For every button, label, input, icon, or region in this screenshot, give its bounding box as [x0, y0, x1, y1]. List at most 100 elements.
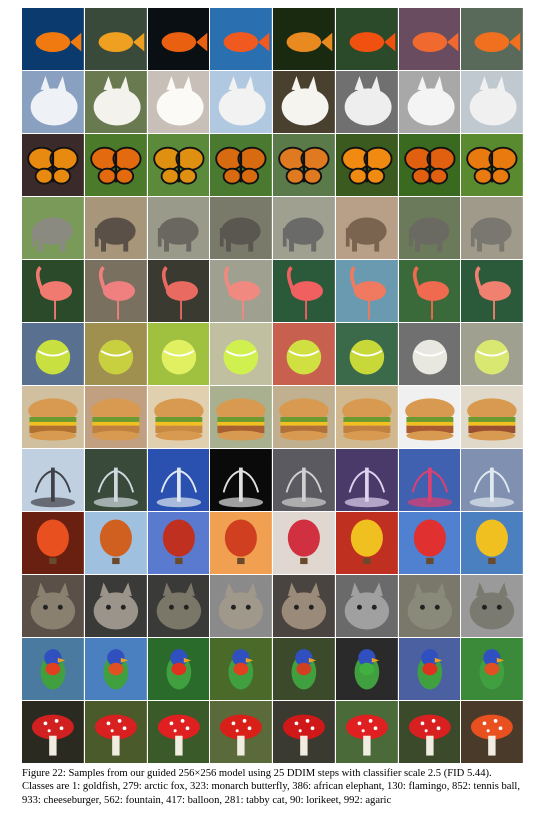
sample-thumbnail [273, 449, 335, 511]
sample-thumbnail [335, 8, 398, 70]
sample-thumbnail [335, 71, 398, 133]
sample-thumbnail [84, 71, 147, 133]
sample-thumbnail [84, 386, 147, 448]
sample-thumbnail [147, 575, 210, 637]
sample-thumbnail [335, 134, 398, 196]
sample-thumbnail [398, 260, 461, 322]
sample-thumbnail [335, 575, 398, 637]
sample-thumbnail [210, 512, 272, 574]
sample-thumbnail [210, 71, 272, 133]
sample-thumbnail [335, 197, 398, 259]
sample-thumbnail [147, 134, 210, 196]
sample-thumbnail [22, 197, 84, 259]
sample-thumbnail [210, 197, 272, 259]
sample-thumbnail [84, 197, 147, 259]
sample-thumbnail [210, 638, 272, 700]
sample-thumbnail [147, 386, 210, 448]
sample-thumbnail [84, 449, 147, 511]
sample-thumbnail [335, 512, 398, 574]
sample-thumbnail [210, 386, 272, 448]
sample-thumbnail [84, 323, 147, 385]
sample-thumbnail [461, 323, 523, 385]
caption-line-1: Figure 22: Samples from our guided 256×2… [22, 768, 442, 779]
sample-thumbnail [461, 260, 523, 322]
sample-thumbnail [273, 386, 335, 448]
sample-thumbnail [273, 134, 335, 196]
sample-thumbnail [84, 575, 147, 637]
sample-grid [22, 8, 523, 763]
sample-thumbnail [22, 386, 84, 448]
sample-thumbnail [84, 134, 147, 196]
sample-thumbnail [335, 449, 398, 511]
sample-thumbnail [210, 701, 272, 763]
sample-thumbnail [461, 134, 523, 196]
sample-thumbnail [84, 701, 147, 763]
figure-caption: Figure 22: Samples from our guided 256×2… [22, 767, 525, 807]
sample-thumbnail [335, 701, 398, 763]
sample-thumbnail [273, 8, 335, 70]
sample-thumbnail [147, 8, 210, 70]
sample-thumbnail [398, 323, 461, 385]
sample-thumbnail [398, 575, 461, 637]
sample-thumbnail [335, 638, 398, 700]
sample-thumbnail [273, 323, 335, 385]
sample-thumbnail [461, 512, 523, 574]
sample-thumbnail [147, 197, 210, 259]
sample-thumbnail [335, 260, 398, 322]
sample-thumbnail [22, 638, 84, 700]
sample-thumbnail [84, 638, 147, 700]
sample-thumbnail [147, 260, 210, 322]
sample-thumbnail [398, 8, 461, 70]
sample-thumbnail [147, 71, 210, 133]
sample-thumbnail [84, 260, 147, 322]
sample-thumbnail [273, 638, 335, 700]
sample-thumbnail [210, 8, 272, 70]
sample-thumbnail [147, 701, 210, 763]
sample-thumbnail [210, 323, 272, 385]
sample-thumbnail [273, 71, 335, 133]
sample-thumbnail [273, 197, 335, 259]
sample-thumbnail [273, 512, 335, 574]
sample-thumbnail [461, 197, 523, 259]
sample-thumbnail [210, 449, 272, 511]
sample-thumbnail [335, 323, 398, 385]
sample-thumbnail [22, 512, 84, 574]
sample-thumbnail [210, 575, 272, 637]
sample-thumbnail [22, 8, 84, 70]
sample-thumbnail [210, 260, 272, 322]
sample-thumbnail [147, 323, 210, 385]
sample-thumbnail [210, 134, 272, 196]
sample-thumbnail [147, 449, 210, 511]
sample-thumbnail [147, 512, 210, 574]
caption-line-4: lorikeet, 992: agaric [306, 794, 392, 806]
sample-thumbnail [398, 197, 461, 259]
sample-thumbnail [398, 449, 461, 511]
sample-thumbnail [273, 575, 335, 637]
sample-thumbnail [84, 512, 147, 574]
sample-thumbnail [22, 71, 84, 133]
sample-thumbnail [461, 575, 523, 637]
sample-thumbnail [273, 701, 335, 763]
sample-thumbnail [22, 449, 84, 511]
sample-thumbnail [22, 134, 84, 196]
sample-thumbnail [84, 8, 147, 70]
sample-thumbnail [461, 71, 523, 133]
sample-thumbnail [461, 386, 523, 448]
sample-thumbnail [398, 512, 461, 574]
sample-thumbnail [398, 701, 461, 763]
sample-thumbnail [22, 575, 84, 637]
sample-thumbnail [273, 260, 335, 322]
sample-thumbnail [461, 449, 523, 511]
sample-thumbnail [398, 638, 461, 700]
sample-thumbnail [22, 323, 84, 385]
sample-thumbnail [461, 638, 523, 700]
sample-thumbnail [335, 386, 398, 448]
sample-thumbnail [22, 701, 84, 763]
sample-thumbnail [147, 638, 210, 700]
sample-thumbnail [22, 260, 84, 322]
sample-thumbnail [461, 701, 523, 763]
sample-thumbnail [398, 134, 461, 196]
sample-thumbnail [398, 71, 461, 133]
sample-thumbnail [461, 8, 523, 70]
sample-thumbnail [398, 386, 461, 448]
